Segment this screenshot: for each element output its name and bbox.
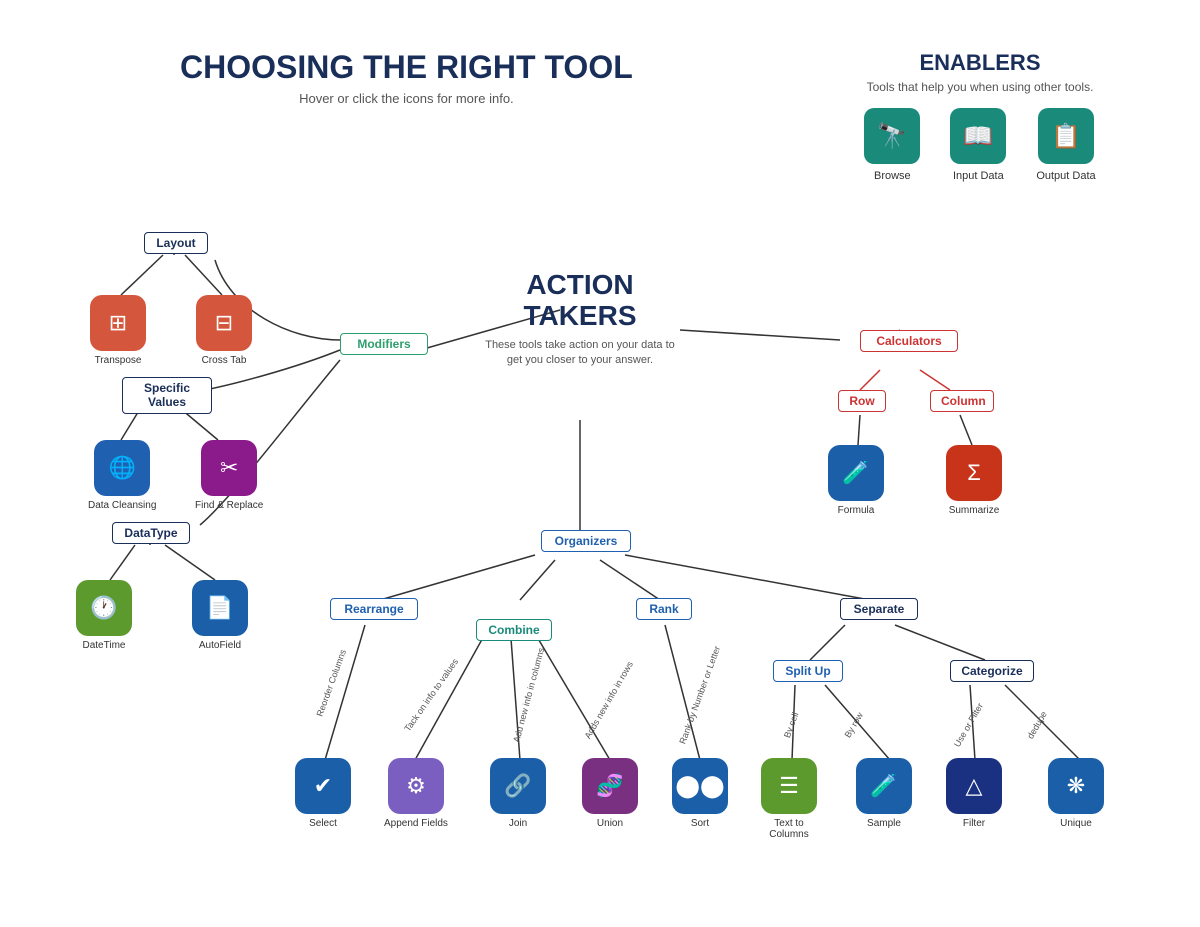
- sample-icon: 🧪: [856, 758, 912, 814]
- enabler-output-data[interactable]: 📋 Output Data: [1036, 108, 1095, 182]
- enabler-input-data[interactable]: 📖 Input Data: [950, 108, 1006, 182]
- unique-icon: ❋: [1048, 758, 1104, 814]
- main-heading: CHOOSING THE RIGHT TOOL: [180, 50, 633, 85]
- tool-union[interactable]: 🧬 Union: [582, 758, 638, 829]
- autofield-label: AutoField: [199, 640, 241, 651]
- tool-unique[interactable]: ❋ Unique: [1048, 758, 1104, 829]
- node-modifiers[interactable]: Modifiers: [340, 333, 428, 355]
- label-tack-on-info: Tack on info to values: [402, 657, 460, 734]
- unique-label: Unique: [1060, 818, 1092, 829]
- summarize-label: Summarize: [949, 505, 1000, 516]
- label-by-cell: By cell: [782, 711, 800, 739]
- data-cleansing-label: Data Cleansing: [88, 500, 156, 511]
- transpose-label: Transpose: [95, 355, 142, 366]
- text-to-columns-icon: ☰: [761, 758, 817, 814]
- tool-join[interactable]: 🔗 Join: [490, 758, 546, 829]
- find-replace-icon: ✂: [201, 440, 257, 496]
- node-specific-values[interactable]: Specific Values: [122, 377, 212, 414]
- label-rank-by-number: Rank by Number or Letter: [677, 645, 722, 746]
- filter-icon: △: [946, 758, 1002, 814]
- input-data-label: Input Data: [953, 170, 1004, 182]
- enablers-section: ENABLERS Tools that help you when using …: [840, 50, 1120, 182]
- node-layout[interactable]: Layout: [144, 232, 208, 254]
- node-categorize[interactable]: Categorize: [950, 660, 1034, 682]
- transpose-icon: ⊞: [90, 295, 146, 351]
- text-to-columns-label: Text to Columns: [754, 818, 824, 840]
- enablers-heading: ENABLERS: [840, 50, 1120, 76]
- append-fields-label: Append Fields: [384, 818, 448, 829]
- page: CHOOSING THE RIGHT TOOL Hover or click t…: [0, 0, 1200, 927]
- action-takers-description: These tools take action on your data to …: [480, 338, 680, 369]
- tool-transpose[interactable]: ⊞ Transpose: [90, 295, 146, 366]
- tool-cross-tab[interactable]: ⊟ Cross Tab: [196, 295, 252, 366]
- node-organizers[interactable]: Organizers: [541, 530, 631, 552]
- autofield-icon: 📄: [192, 580, 248, 636]
- cross-tab-icon: ⊟: [196, 295, 252, 351]
- main-title-block: CHOOSING THE RIGHT TOOL Hover or click t…: [180, 50, 633, 106]
- sample-label: Sample: [867, 818, 901, 829]
- cross-tab-label: Cross Tab: [202, 355, 247, 366]
- tool-sample[interactable]: 🧪 Sample: [856, 758, 912, 829]
- sort-label: Sort: [691, 818, 709, 829]
- filter-label: Filter: [963, 818, 985, 829]
- formula-icon: 🧪: [828, 445, 884, 501]
- data-cleansing-icon: 🌐: [94, 440, 150, 496]
- node-column[interactable]: Column: [930, 390, 994, 412]
- node-separate[interactable]: Separate: [840, 598, 918, 620]
- label-by-row: By row: [843, 711, 865, 740]
- formula-label: Formula: [838, 505, 875, 516]
- summarize-icon: Σ: [946, 445, 1002, 501]
- browse-icon: 🔭: [864, 108, 920, 164]
- node-combine[interactable]: Combine: [476, 619, 552, 641]
- tool-select[interactable]: ✔ Select: [295, 758, 351, 829]
- label-reorder-columns: Reorder Columns: [315, 648, 349, 718]
- tool-filter[interactable]: △ Filter: [946, 758, 1002, 829]
- output-data-icon: 📋: [1038, 108, 1094, 164]
- node-rearrange[interactable]: Rearrange: [330, 598, 418, 620]
- label-add-new-info-rows: Adds new info in rows: [583, 660, 635, 741]
- tool-data-cleansing[interactable]: 🌐 Data Cleansing: [88, 440, 156, 511]
- node-datatype[interactable]: DataType: [112, 522, 190, 544]
- node-calculators[interactable]: Calculators: [860, 330, 958, 352]
- join-icon: 🔗: [490, 758, 546, 814]
- union-label: Union: [597, 818, 623, 829]
- enabler-browse[interactable]: 🔭 Browse: [864, 108, 920, 182]
- action-takers-heading: ACTION TAKERS: [480, 270, 680, 332]
- datetime-icon: 🕐: [76, 580, 132, 636]
- output-data-label: Output Data: [1036, 170, 1095, 182]
- tool-sort[interactable]: ⬤⬤ Sort: [672, 758, 728, 829]
- tool-datetime[interactable]: 🕐 DateTime: [76, 580, 132, 651]
- node-rank[interactable]: Rank: [636, 598, 692, 620]
- input-data-icon: 📖: [950, 108, 1006, 164]
- enablers-description: Tools that help you when using other too…: [840, 80, 1120, 94]
- sort-icon: ⬤⬤: [672, 758, 728, 814]
- main-subtitle: Hover or click the icons for more info.: [180, 91, 633, 106]
- join-label: Join: [509, 818, 527, 829]
- label-use-or-filter: Use or Filter: [952, 701, 985, 748]
- tool-formula[interactable]: 🧪 Formula: [828, 445, 884, 516]
- tool-append-fields[interactable]: ⚙ Append Fields: [384, 758, 448, 829]
- browse-label: Browse: [874, 170, 911, 182]
- tool-autofield[interactable]: 📄 AutoField: [192, 580, 248, 651]
- tool-summarize[interactable]: Σ Summarize: [946, 445, 1002, 516]
- node-split-up[interactable]: Split Up: [773, 660, 843, 682]
- label-dedupe: dedupe: [1025, 709, 1049, 740]
- tool-find-replace[interactable]: ✂ Find & Replace: [195, 440, 263, 511]
- action-takers-block: ACTION TAKERS These tools take action on…: [480, 270, 680, 368]
- datetime-label: DateTime: [83, 640, 126, 651]
- select-icon: ✔: [295, 758, 351, 814]
- label-add-new-info-columns: Add new info in columns: [511, 647, 546, 744]
- tool-text-to-columns[interactable]: ☰ Text to Columns: [754, 758, 824, 840]
- enablers-icons-row: 🔭 Browse 📖 Input Data 📋 Output Data: [840, 108, 1120, 182]
- find-replace-label: Find & Replace: [195, 500, 263, 511]
- node-row[interactable]: Row: [838, 390, 886, 412]
- append-fields-icon: ⚙: [388, 758, 444, 814]
- union-icon: 🧬: [582, 758, 638, 814]
- select-label: Select: [309, 818, 337, 829]
